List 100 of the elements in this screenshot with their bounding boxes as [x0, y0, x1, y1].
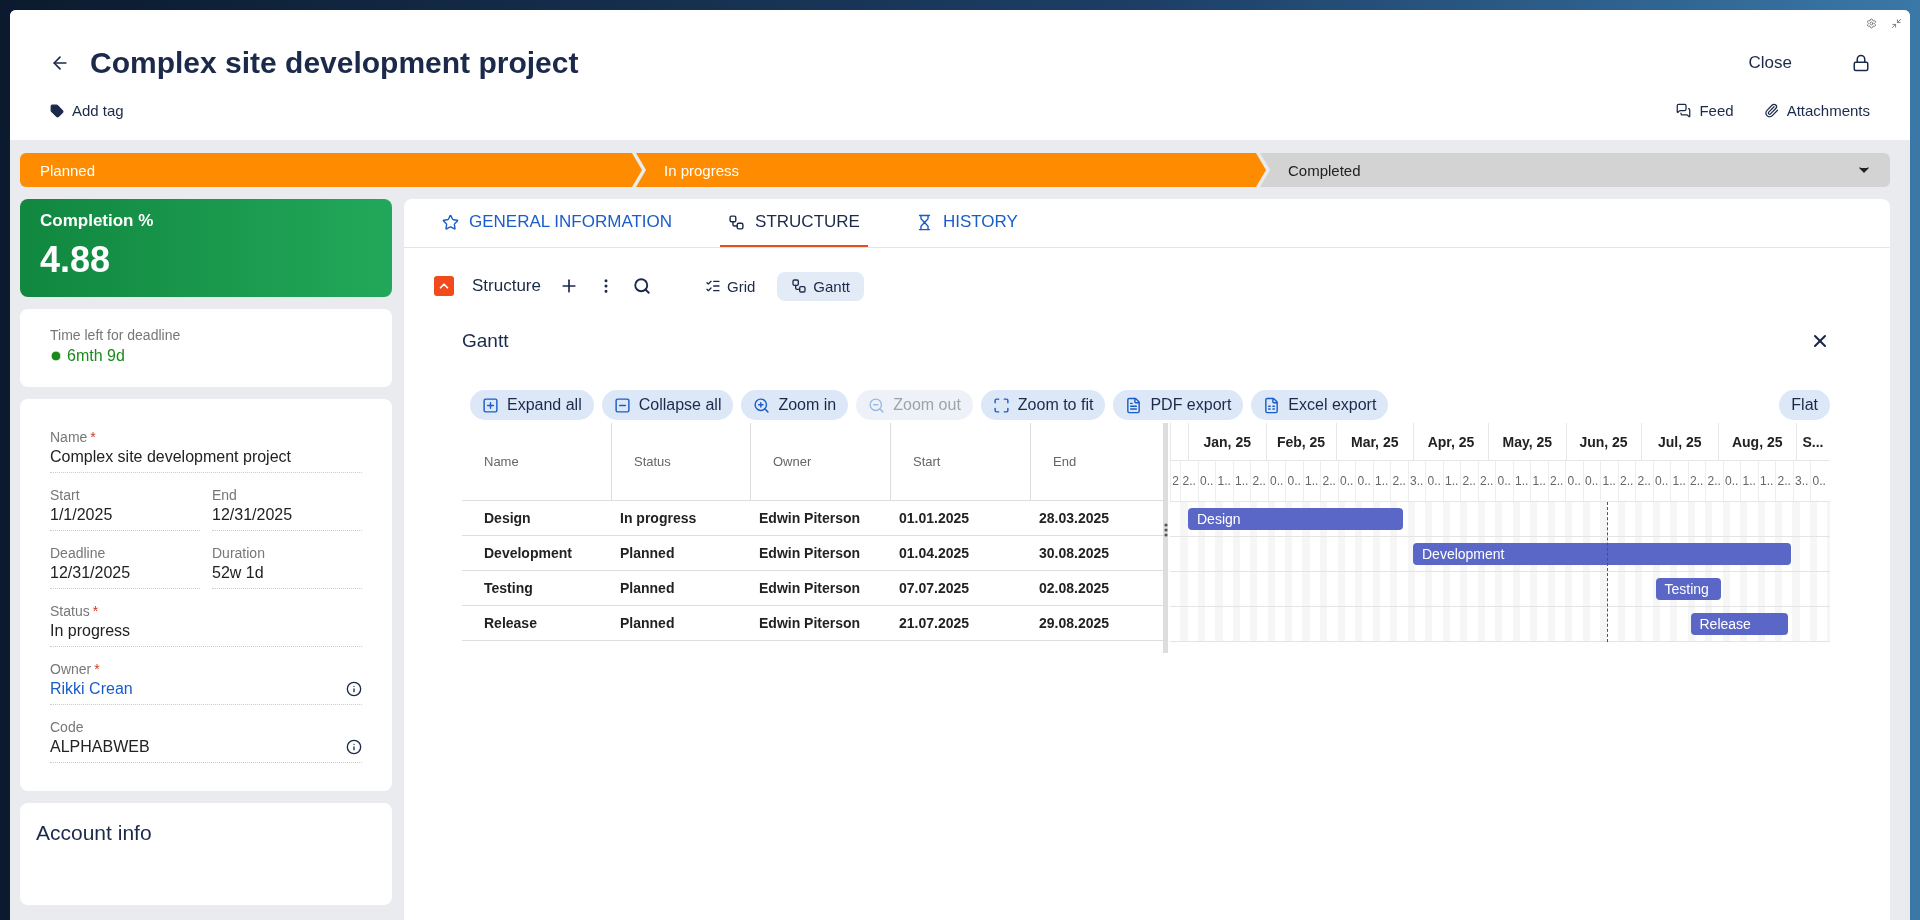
owner-link[interactable]: Rikki Crean — [50, 680, 346, 698]
task-bar[interactable]: Development — [1413, 543, 1791, 565]
form-field[interactable]: Name * Complex site development project — [50, 429, 362, 473]
task-bar[interactable]: Release — [1690, 613, 1788, 635]
task-bar[interactable]: Design — [1188, 508, 1403, 530]
settings-icon[interactable] — [1866, 18, 1877, 29]
field-label: End — [212, 487, 237, 503]
field-label: Owner — [50, 661, 92, 677]
lock-icon[interactable] — [1852, 54, 1870, 72]
table-cell: 01.01.2025 — [899, 510, 970, 526]
table-cell: Design — [484, 510, 531, 526]
tab[interactable]: GENERAL INFORMATION — [434, 199, 681, 247]
tab[interactable]: HISTORY — [907, 199, 1026, 247]
toolbar-button[interactable]: Expand all — [470, 390, 594, 420]
stage-step[interactable]: Completed — [1260, 153, 1890, 187]
table-cell: Edwin Piterson — [759, 510, 861, 526]
toolbar-button[interactable]: Zoom in — [741, 390, 849, 420]
month-label: Aug, 25 — [1731, 433, 1783, 450]
field-label: Start — [50, 487, 80, 503]
table-cell: 29.08.2025 — [1039, 615, 1110, 631]
minus-square-icon — [613, 396, 631, 414]
week-label: 3.. — [1410, 474, 1424, 488]
week-label: 0.. — [1655, 474, 1669, 488]
field-label: Duration — [212, 545, 265, 561]
week-label: 0.. — [1357, 474, 1371, 488]
table-cell: 07.07.2025 — [899, 580, 970, 596]
tab[interactable]: STRUCTURE — [720, 199, 868, 247]
zoom-in-icon — [753, 396, 771, 414]
week-label: 0.. — [1200, 474, 1214, 488]
field-value: Complex site development project — [50, 448, 292, 466]
month-label: May, 25 — [1502, 433, 1552, 450]
minimize-icon[interactable] — [1891, 18, 1902, 29]
month-label: Jun, 25 — [1579, 433, 1628, 450]
week-label: 1.. — [1375, 474, 1389, 488]
hierarchy-icon — [728, 213, 746, 231]
week-label: 0.. — [1585, 474, 1599, 488]
week-label: 2.. — [1392, 474, 1406, 488]
field-label: Name — [50, 429, 88, 445]
week-label: 1.. — [1235, 474, 1249, 488]
task-bar[interactable]: Testing — [1655, 578, 1721, 600]
required-mark: * — [90, 429, 96, 445]
week-label: 1.. — [1602, 474, 1616, 488]
form-field[interactable]: Start 1/1/2025 — [50, 487, 200, 531]
add-tag-button[interactable]: Add tag — [50, 102, 124, 119]
week-label: 1.. — [1742, 474, 1756, 488]
expand-icon — [992, 396, 1010, 414]
form-field[interactable]: Duration 52w 1d — [212, 545, 362, 589]
month-label: S... — [1802, 433, 1824, 450]
info-icon[interactable] — [346, 681, 362, 697]
collapse-button[interactable] — [434, 276, 454, 296]
week-label: 2.. — [1707, 474, 1721, 488]
view-toggle[interactable]: Grid — [691, 271, 770, 301]
field-label: Code — [50, 719, 84, 735]
tag-icon — [50, 103, 64, 118]
close-button[interactable]: Close — [1748, 53, 1792, 73]
week-label: 1.. — [1515, 474, 1529, 488]
view-toggle[interactable]: Gantt — [777, 271, 864, 301]
field-value: 52w 1d — [212, 564, 265, 582]
toolbar-button[interactable]: Excel export — [1251, 390, 1389, 420]
completion-label: Completion % — [40, 211, 155, 231]
zoom-out-icon — [868, 396, 886, 414]
week-label: 0.. — [1340, 474, 1354, 488]
table-cell: 02.08.2025 — [1039, 580, 1110, 596]
paperclip-icon — [1763, 103, 1779, 118]
week-label: 1.. — [1760, 474, 1774, 488]
column-header: Name — [484, 454, 519, 469]
week-label: 0.. — [1497, 474, 1511, 488]
drag-handle-icon[interactable] — [1163, 523, 1168, 537]
week-label: 2.. — [1620, 474, 1634, 488]
star-icon — [442, 213, 459, 231]
form-field[interactable]: Deadline 12/31/2025 — [50, 545, 200, 589]
week-label: 0.. — [1427, 474, 1441, 488]
attachments-button[interactable]: Attachments — [1763, 102, 1870, 119]
flat-button[interactable]: Flat — [1779, 390, 1830, 420]
form-field[interactable]: Code ALPHABWEB — [50, 719, 362, 763]
table-cell: Edwin Piterson — [759, 615, 861, 631]
table-cell: Edwin Piterson — [759, 580, 861, 596]
document-icon — [1125, 396, 1143, 414]
week-label: 1.. — [1532, 474, 1546, 488]
week-label: 2.. — [1462, 474, 1476, 488]
feed-button[interactable]: Feed — [1676, 102, 1734, 119]
toolbar-button[interactable]: PDF export — [1113, 390, 1244, 420]
toolbar-button[interactable]: Zoom to fit — [980, 390, 1106, 420]
window-title: Complex site development project — [90, 46, 579, 80]
gantt-title: Gantt — [462, 330, 509, 352]
week-label: 2.. — [1252, 474, 1266, 488]
form-field[interactable]: End 12/31/2025 — [212, 487, 362, 531]
form-field[interactable]: Status * In progress — [50, 603, 362, 647]
toolbar-button[interactable]: Collapse all — [601, 390, 734, 420]
week-label: 1.. — [1305, 474, 1319, 488]
search-icon[interactable] — [633, 277, 651, 295]
column-header: Status — [634, 454, 671, 469]
info-icon[interactable] — [346, 739, 362, 755]
column-header: End — [1053, 454, 1077, 469]
form-field[interactable]: Owner * Rikki Crean — [50, 661, 362, 705]
week-label: 2.. — [1777, 474, 1791, 488]
week-label: 2.. — [1637, 474, 1651, 488]
month-label: Feb, 25 — [1276, 433, 1326, 450]
spreadsheet-icon — [1263, 396, 1281, 414]
week-label: 0.. — [1287, 474, 1301, 488]
